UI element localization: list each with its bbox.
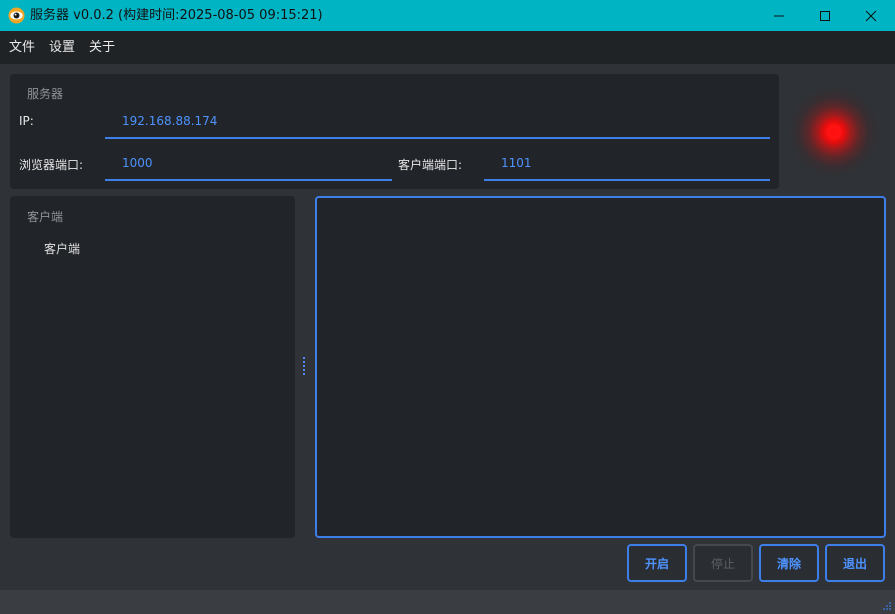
eye-icon [8, 7, 25, 24]
menu-about[interactable]: 关于 [89, 31, 115, 64]
close-icon [865, 10, 877, 21]
ip-value: 192.168.88.174 [122, 114, 218, 128]
status-bar [0, 590, 895, 614]
browser-port-input[interactable]: 1000 [105, 150, 392, 181]
client-port-label: 客户端端口: [398, 158, 463, 172]
ip-label: IP: [19, 114, 34, 128]
status-light-indicator [789, 87, 879, 177]
server-group-title: 服务器 [27, 87, 64, 101]
size-grip-icon[interactable] [880, 599, 892, 611]
exit-button[interactable]: 退出 [825, 544, 885, 582]
ip-input[interactable]: 192.168.88.174 [105, 108, 770, 139]
client-group-title: 客户端 [27, 210, 64, 224]
browser-port-value: 1000 [122, 156, 153, 170]
window-title: 服务器 v0.0.2 (构建时间:2025-08-05 09:15:21) [30, 8, 323, 23]
log-textarea[interactable] [315, 196, 886, 538]
splitter-handle[interactable] [302, 357, 307, 377]
stop-button[interactable]: 停止 [693, 544, 753, 582]
menu-settings[interactable]: 设置 [49, 31, 75, 64]
menu-file[interactable]: 文件 [9, 31, 35, 64]
maximize-icon [820, 10, 830, 21]
client-port-value: 1101 [501, 156, 532, 170]
start-button[interactable]: 开启 [627, 544, 687, 582]
clear-button[interactable]: 清除 [759, 544, 819, 582]
client-list-item[interactable]: 客户端 [44, 240, 80, 257]
menu-bar [0, 31, 895, 64]
maximize-button[interactable] [802, 0, 848, 31]
close-button[interactable] [848, 0, 894, 31]
minimize-button[interactable] [756, 0, 802, 31]
client-port-input[interactable]: 1101 [484, 150, 770, 181]
browser-port-label: 浏览器端口: [19, 158, 84, 172]
minimize-icon [774, 15, 784, 16]
